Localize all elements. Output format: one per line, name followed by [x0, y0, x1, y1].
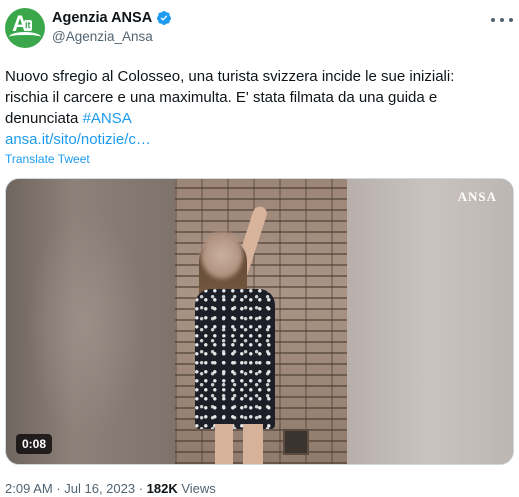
- tweet-date[interactable]: Jul 16, 2023: [64, 481, 135, 496]
- blurred-face: [201, 231, 243, 279]
- more-options-icon[interactable]: [491, 12, 513, 28]
- video-frame: [175, 179, 347, 464]
- more-dot: [509, 18, 513, 22]
- video-blur-left: [6, 179, 175, 464]
- person-dress: [195, 289, 275, 429]
- author-display-name[interactable]: Agenzia ANSA: [52, 10, 152, 26]
- hashtag-link[interactable]: #ANSA: [83, 110, 132, 127]
- video-blur-right: [347, 179, 513, 464]
- wall-grate: [283, 429, 309, 455]
- article-link[interactable]: ansa.it/sito/notizie/c…: [5, 129, 510, 150]
- verified-badge-icon: [157, 11, 172, 25]
- logo-swoosh: [9, 32, 41, 42]
- video-player[interactable]: ANSA 0:08: [5, 178, 514, 465]
- views-label: Views: [177, 481, 216, 496]
- views-count: 182K: [146, 481, 178, 496]
- more-dot: [500, 18, 504, 22]
- meta-separator: ·: [52, 481, 65, 496]
- meta-separator: ·: [135, 481, 147, 496]
- name-row: Agenzia ANSA: [52, 10, 172, 26]
- tweet-line-3-text: denunciata: [5, 110, 83, 127]
- tweet-line-3: denunciata #ANSA: [5, 108, 510, 129]
- video-duration-badge: 0:08: [16, 434, 53, 454]
- person-legs: [215, 424, 263, 464]
- more-dot: [491, 18, 495, 22]
- tweet-header: A it Agenzia ANSA @Agenzia_Ansa: [4, 6, 515, 48]
- avatar[interactable]: A it: [5, 8, 45, 48]
- tweet-line-2: rischia il carcere e una maximulta. E' s…: [5, 89, 438, 106]
- tweet-meta: 2:09 AM · Jul 16, 2023 · 182K Views: [5, 481, 216, 496]
- author-handle[interactable]: @Agenzia_Ansa: [52, 29, 153, 44]
- translate-tweet-link[interactable]: Translate Tweet: [5, 152, 90, 166]
- ansa-logo-suffix: it: [24, 20, 32, 31]
- tweet-line-1: Nuovo sfregio al Colosseo, una turista s…: [5, 68, 455, 85]
- tweet-text: Nuovo sfregio al Colosseo, una turista s…: [5, 66, 510, 150]
- ansa-watermark: ANSA: [457, 189, 497, 204]
- tweet-time[interactable]: 2:09 AM: [5, 481, 53, 496]
